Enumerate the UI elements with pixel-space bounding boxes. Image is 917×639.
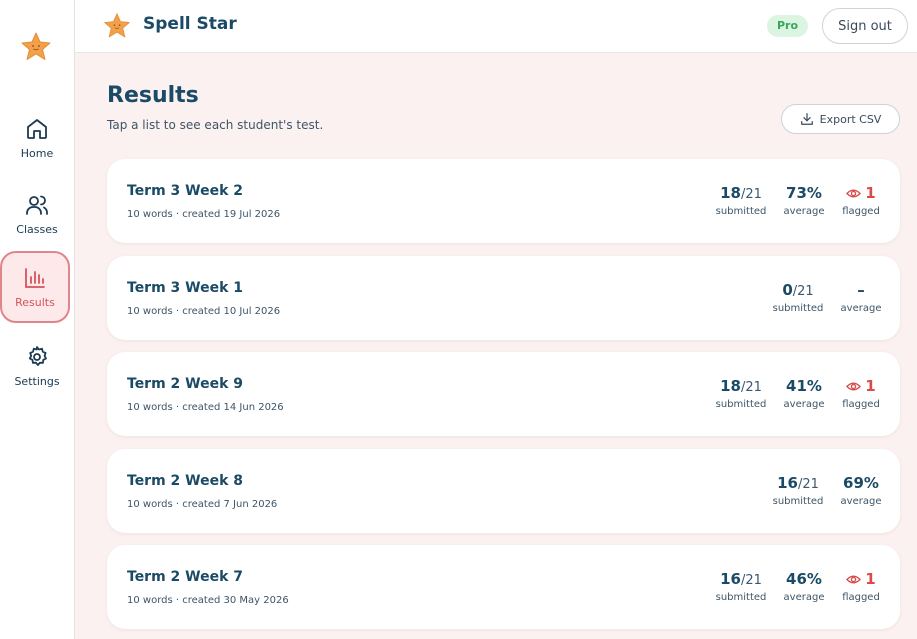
average-value: – [857, 281, 865, 299]
submitted-stat: 16/21 submitted [763, 473, 833, 507]
submitted-stat: 18/21 submitted [706, 183, 776, 217]
sidebar-item-label: Settings [14, 374, 60, 388]
pro-badge: Pro [767, 15, 809, 37]
flagged-count: 1 [865, 184, 876, 202]
submitted-label: submitted [715, 206, 767, 217]
app-title: Spell Star [143, 14, 237, 34]
list-title: Term 2 Week 7 [127, 569, 244, 585]
submitted-stat: 16/21 submitted [706, 569, 776, 603]
list-meta: 10 words · created 14 Jun 2026 [127, 402, 284, 413]
list-meta: 10 words · created 10 Jul 2026 [127, 306, 281, 317]
average-label: average [840, 496, 882, 507]
submitted-total: /21 [740, 187, 762, 202]
result-list-card[interactable]: Term 2 Week 9 10 words · created 14 Jun … [107, 352, 900, 436]
submitted-total: /21 [797, 477, 819, 492]
flagged-stat: 1 flagged [826, 376, 896, 410]
submitted-label: submitted [715, 592, 767, 603]
submitted-stat: 0/21 submitted [763, 280, 833, 314]
result-list-card[interactable]: Term 3 Week 1 10 words · created 10 Jul … [107, 256, 900, 340]
flagged-label: flagged [842, 592, 880, 603]
home-icon [27, 118, 47, 139]
submitted-count: 18 [720, 377, 741, 395]
bar-chart-icon [25, 267, 45, 288]
average-stat: – average [826, 280, 896, 314]
submitted-label: submitted [772, 496, 824, 507]
sidebar-item-results[interactable]: Results [0, 251, 70, 323]
submitted-stat: 18/21 submitted [706, 376, 776, 410]
star-mascot-icon [104, 13, 130, 38]
result-list-card[interactable]: Term 3 Week 2 10 words · created 19 Jul … [107, 159, 900, 243]
eye-icon [846, 189, 862, 197]
sidebar-item-classes[interactable]: Classes [2, 178, 72, 250]
sidebar-item-home[interactable]: Home [2, 102, 72, 174]
submitted-count: 0 [782, 281, 793, 299]
eye-icon [846, 575, 862, 583]
flagged-label: flagged [842, 206, 880, 217]
gear-icon [28, 345, 47, 366]
export-csv-label: Export CSV [819, 112, 882, 126]
sign-out-button[interactable]: Sign out [822, 8, 908, 44]
submitted-total: /21 [792, 284, 814, 299]
average-label: average [840, 303, 882, 314]
sidebar: Home Classes Results Settings [0, 0, 75, 639]
submitted-total: /21 [740, 380, 762, 395]
top-header: Spell Star Pro Sign out [75, 0, 917, 53]
list-meta: 10 words · created 7 Jun 2026 [127, 499, 278, 510]
submitted-count: 16 [777, 474, 798, 492]
list-title: Term 2 Week 9 [127, 376, 244, 392]
sidebar-item-label: Results [15, 295, 55, 309]
flagged-stat: 1 flagged [826, 183, 896, 217]
sidebar-item-settings[interactable]: Settings [2, 330, 72, 402]
sidebar-item-label: Classes [16, 222, 58, 236]
list-meta: 10 words · created 19 Jul 2026 [127, 209, 281, 220]
flagged-label: flagged [842, 399, 880, 410]
submitted-total: /21 [740, 573, 762, 588]
flagged-stat: 1 flagged [826, 569, 896, 603]
average-value: 69% [843, 474, 879, 492]
list-title: Term 3 Week 2 [127, 183, 244, 199]
page-subtitle: Tap a list to see each student's test. [107, 118, 324, 132]
star-logo-icon[interactable] [20, 31, 52, 63]
flagged-count: 1 [865, 570, 876, 588]
submitted-count: 18 [720, 184, 741, 202]
list-title: Term 2 Week 8 [127, 473, 244, 489]
average-stat: 69% average [826, 473, 896, 507]
list-meta: 10 words · created 30 May 2026 [127, 595, 289, 606]
download-icon [800, 113, 813, 125]
export-csv-button[interactable]: Export CSV [781, 104, 900, 134]
sidebar-item-label: Home [20, 146, 54, 160]
result-list-card[interactable]: Term 2 Week 8 10 words · created 7 Jun 2… [107, 449, 900, 533]
submitted-label: submitted [772, 303, 824, 314]
users-icon [26, 195, 48, 215]
list-title: Term 3 Week 1 [127, 280, 244, 296]
submitted-label: submitted [715, 399, 767, 410]
page-title: Results [107, 83, 199, 108]
result-list-card[interactable]: Term 2 Week 7 10 words · created 30 May … [107, 545, 900, 629]
submitted-count: 16 [720, 570, 741, 588]
eye-icon [846, 382, 862, 390]
flagged-count: 1 [865, 377, 876, 395]
